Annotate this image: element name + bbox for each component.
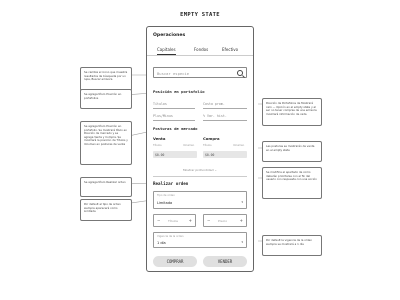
portfolio-title: Posición en portafolio [153, 89, 205, 94]
sell-col-volumen: Volumen [183, 144, 195, 147]
annotation-priority: Se modifica el apartado de como deberán … [262, 167, 322, 199]
annotation-order: Se agrega título Realizar orden [80, 177, 132, 197]
buy-col-titulos: Títulos [203, 144, 212, 147]
buy-price-field: $0.00 [203, 151, 247, 158]
plus-icon[interactable]: + [240, 218, 243, 223]
validity-label: Vigencia de la orden [157, 235, 184, 238]
price-field-label: Precio [218, 219, 228, 223]
portfolio-titulos: Títulos [153, 102, 167, 106]
sell-price: $0.00 [155, 153, 165, 157]
divider [203, 120, 247, 121]
show-depth-link[interactable]: Mostrar profundidad ⌄ [147, 168, 253, 172]
buy-col-volumen: Volumen [233, 144, 245, 147]
minus-icon[interactable]: − [207, 218, 210, 223]
order-type-value: Limitada [157, 201, 173, 205]
tab-fondos[interactable]: Fondos [194, 47, 208, 52]
annotation-market: Se agrega título Posición en portafolio.… [80, 121, 132, 165]
market-title: Posturas de mercado [153, 126, 198, 131]
portfolio-costo: Costo prom. [203, 102, 225, 106]
minus-icon[interactable]: − [157, 218, 160, 223]
search-icon[interactable] [237, 70, 243, 76]
order-type-select[interactable]: Tipo de orden Limitada ▾ [153, 191, 247, 209]
search-input[interactable]: Buscar especie [153, 67, 247, 78]
chevron-down-icon: ⌄ [214, 168, 218, 172]
annotation-order-type: Por default el tipo de orden siempre apa… [80, 199, 132, 221]
portfolio-var: % Var. hist. [203, 114, 227, 118]
search-placeholder: Buscar especie [157, 71, 190, 76]
annotation-market-empty: Las posturas se mostrarán de venta en el… [262, 141, 322, 162]
show-depth-label: Mostrar profundidad [182, 168, 214, 172]
divider [153, 120, 195, 121]
sell-label: Venta [153, 136, 166, 141]
order-type-label: Tipo de orden [157, 194, 175, 197]
titles-field-label: Títulos [168, 219, 178, 223]
chevron-down-icon: ▾ [241, 200, 243, 204]
annotation-search: Se cambia el icono que muestra resultado… [80, 67, 132, 91]
sell-button[interactable]: VENDER [203, 256, 247, 267]
validity-value: 1 día [157, 241, 166, 245]
buy-button[interactable]: COMPRAR [153, 256, 197, 267]
annotation-portfolio: Se agrega título Posición en portafolios [80, 89, 132, 109]
buy-label: Compra [203, 136, 220, 141]
portfolio-plusminus: Plus/Minus [153, 114, 173, 118]
chevron-down-icon: ▾ [241, 240, 243, 244]
tab-efectivo[interactable]: Efectivo [222, 47, 238, 52]
mobile-screen: Operaciones Capitales Fondos Efectivo Bu… [146, 26, 254, 272]
sell-col-titulos: Títulos [153, 144, 162, 147]
price-stepper[interactable]: − Precio + [203, 214, 247, 227]
buy-price: $0.00 [205, 153, 215, 157]
divider [153, 108, 195, 109]
order-title: Realizar orden [153, 181, 189, 186]
sell-price-field: $0.00 [153, 151, 197, 158]
screen-header: Operaciones [153, 33, 186, 38]
divider [153, 176, 247, 177]
tab-bar: Capitales Fondos Efectivo [147, 47, 253, 56]
tab-capitales[interactable]: Capitales [157, 47, 176, 55]
plus-icon[interactable]: + [189, 218, 192, 223]
divider [203, 108, 247, 109]
annotation-validity: Por default la vigencia de la orden siem… [262, 235, 322, 256]
titles-stepper[interactable]: − Títulos + [153, 214, 196, 227]
validity-select[interactable]: Vigencia de la orden 1 día ▾ [153, 232, 247, 248]
annotation-portfolio-empty: Posición de Portafolios de Mostrará cero… [262, 98, 322, 126]
